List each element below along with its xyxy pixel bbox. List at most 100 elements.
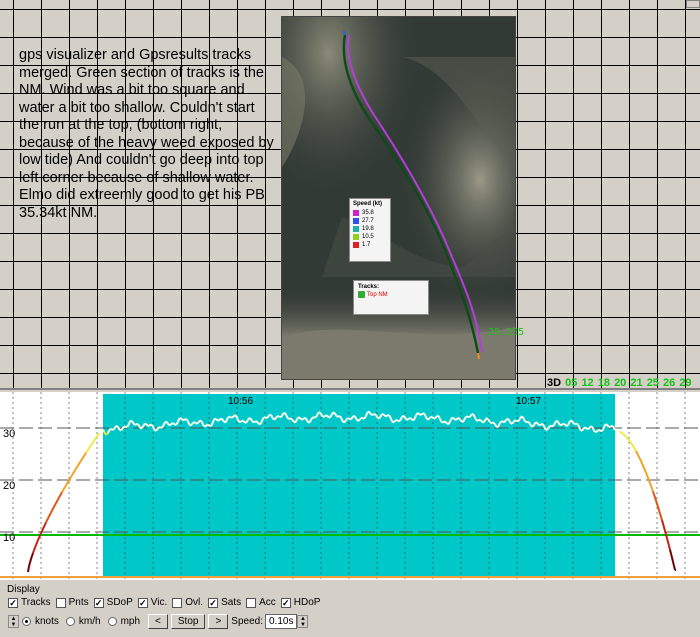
sats-checkbox-label: Sats [221,597,242,608]
speed-graph-svg[interactable]: 30 20 10 10:56 10:57 [0,392,700,580]
speed-curve-segment [673,565,676,571]
speed-curve-segment [657,506,660,511]
stop-button[interactable]: Stop [170,614,206,629]
speed-curve-segment [247,417,250,421]
speed-curve-segment [146,424,149,427]
speed-curve-segment [46,517,49,521]
speed-curve-segment [95,435,98,439]
speed-curve-segment [577,424,580,428]
speed-curve-segment [138,425,141,428]
speed-curve-segment [494,423,497,427]
speed-curve-segment [317,411,320,415]
vic-checkbox[interactable] [137,597,148,608]
tracks-checkbox[interactable] [8,597,18,608]
sdop-checkbox[interactable] [93,597,104,608]
kmh-radio-label: km/h [78,616,101,627]
track-item[interactable]: Top NM [354,291,428,298]
speed-curve-segment [339,415,342,419]
speed-curve-segment [394,419,397,422]
speed-curve-segment [245,421,248,424]
y-tick-10: 10 [3,532,15,544]
ovl-checkbox-label: Ovl. [185,597,204,608]
speed-curve-segment [97,432,100,436]
speed-curve-segment [359,417,362,420]
speed-curve-segment [311,416,314,419]
speed-curve-segment [372,413,375,416]
unit-spinner[interactable]: ▲ ▼ [8,615,19,628]
speed-curve-segment [645,472,648,476]
speed-curve-segment [246,419,249,423]
points-checkbox[interactable] [55,597,66,608]
speed-curve-segment [532,424,535,427]
legend-label: 1.7 [362,242,371,248]
speed-curve-segment [351,416,354,419]
speed-curve-segment [175,423,178,426]
acc-checkbox[interactable] [246,597,257,608]
track-checkbox-icon[interactable] [358,291,365,298]
speed-graph[interactable]: 30 20 10 10:56 10:57 [0,392,700,580]
speed-curve-segment [651,488,654,492]
speed-curve-segment [315,414,318,418]
speed-curve-segment [107,430,110,434]
speed-curve-segment [130,419,133,423]
speed-curve-segment [196,422,199,425]
speed-curve-segment [74,468,77,471]
speed-curve-segment [546,427,549,431]
speed-curve-segment [284,412,287,416]
speed-curve-segment [224,420,227,424]
speed-curve-segment [166,421,169,425]
speed-curve-segment [517,419,520,423]
speed-curve-segment [156,427,159,431]
speed-curve-segment [176,421,179,425]
speed-curve-segment [67,479,70,483]
speed-curve-segment [28,562,31,567]
speed-curve-segment [215,418,218,421]
speed-curve-segment [36,539,39,543]
speed-curve-segment [112,428,115,431]
speed-spinner[interactable]: ▲ ▼ [297,615,309,628]
speed-curve-segment [599,429,602,433]
playback-controls: ▲ ▼ knots km/h mph < Stop > Speed: 0.10s … [8,614,309,629]
speed-curve-segment [295,419,298,422]
track-map-panel[interactable]: gps visualizer and Gpsresults tracks mer… [0,0,700,390]
ovl-checkbox[interactable] [172,597,183,608]
kmh-radio[interactable] [65,617,75,626]
speed-curve-segment [98,429,101,434]
speed-input[interactable]: 0.10s [265,614,298,629]
speed-curve-segment [280,415,283,418]
scroll-button[interactable] [686,0,700,8]
speed-curve-segment [278,415,281,418]
hdop-checkbox[interactable] [280,597,291,608]
speed-curve-segment [341,419,344,423]
sats-checkbox[interactable] [208,597,219,608]
speed-curve-segment [473,415,476,419]
satellite-id: 05 [565,377,578,389]
satellite-photo[interactable] [281,16,516,380]
mph-radio[interactable] [107,617,117,626]
next-button[interactable]: > [208,614,229,629]
speed-curve-segment [598,429,601,432]
speed-curve-segment [323,415,326,418]
speed-curve-segment [141,425,144,429]
speed-curve-segment [218,418,221,422]
gps-track-end [477,352,480,360]
speed-curve-segment [187,421,190,425]
speed-curve-segment [493,422,496,425]
speed-curve-segment [308,421,311,424]
speed-curve-segment [364,415,367,419]
speed-curve-segment [249,417,252,420]
knots-radio[interactable] [22,617,31,626]
speed-curve-segment [444,420,447,424]
satellite-id: 26 [663,377,676,389]
speed-curve-segment [102,429,105,432]
speed-curve-segment [198,419,201,423]
speed-curve-segment [237,419,240,423]
prev-button[interactable]: < [148,614,168,629]
legend-row: 35.8 [350,209,390,217]
speed-curve-segment [86,449,89,452]
track-name: Top NM [367,291,388,298]
speed-curve-segment [671,557,674,562]
satellite-id: 20 [614,377,627,389]
speed-curve-segment [38,535,41,539]
speed-curve-segment [404,417,407,420]
